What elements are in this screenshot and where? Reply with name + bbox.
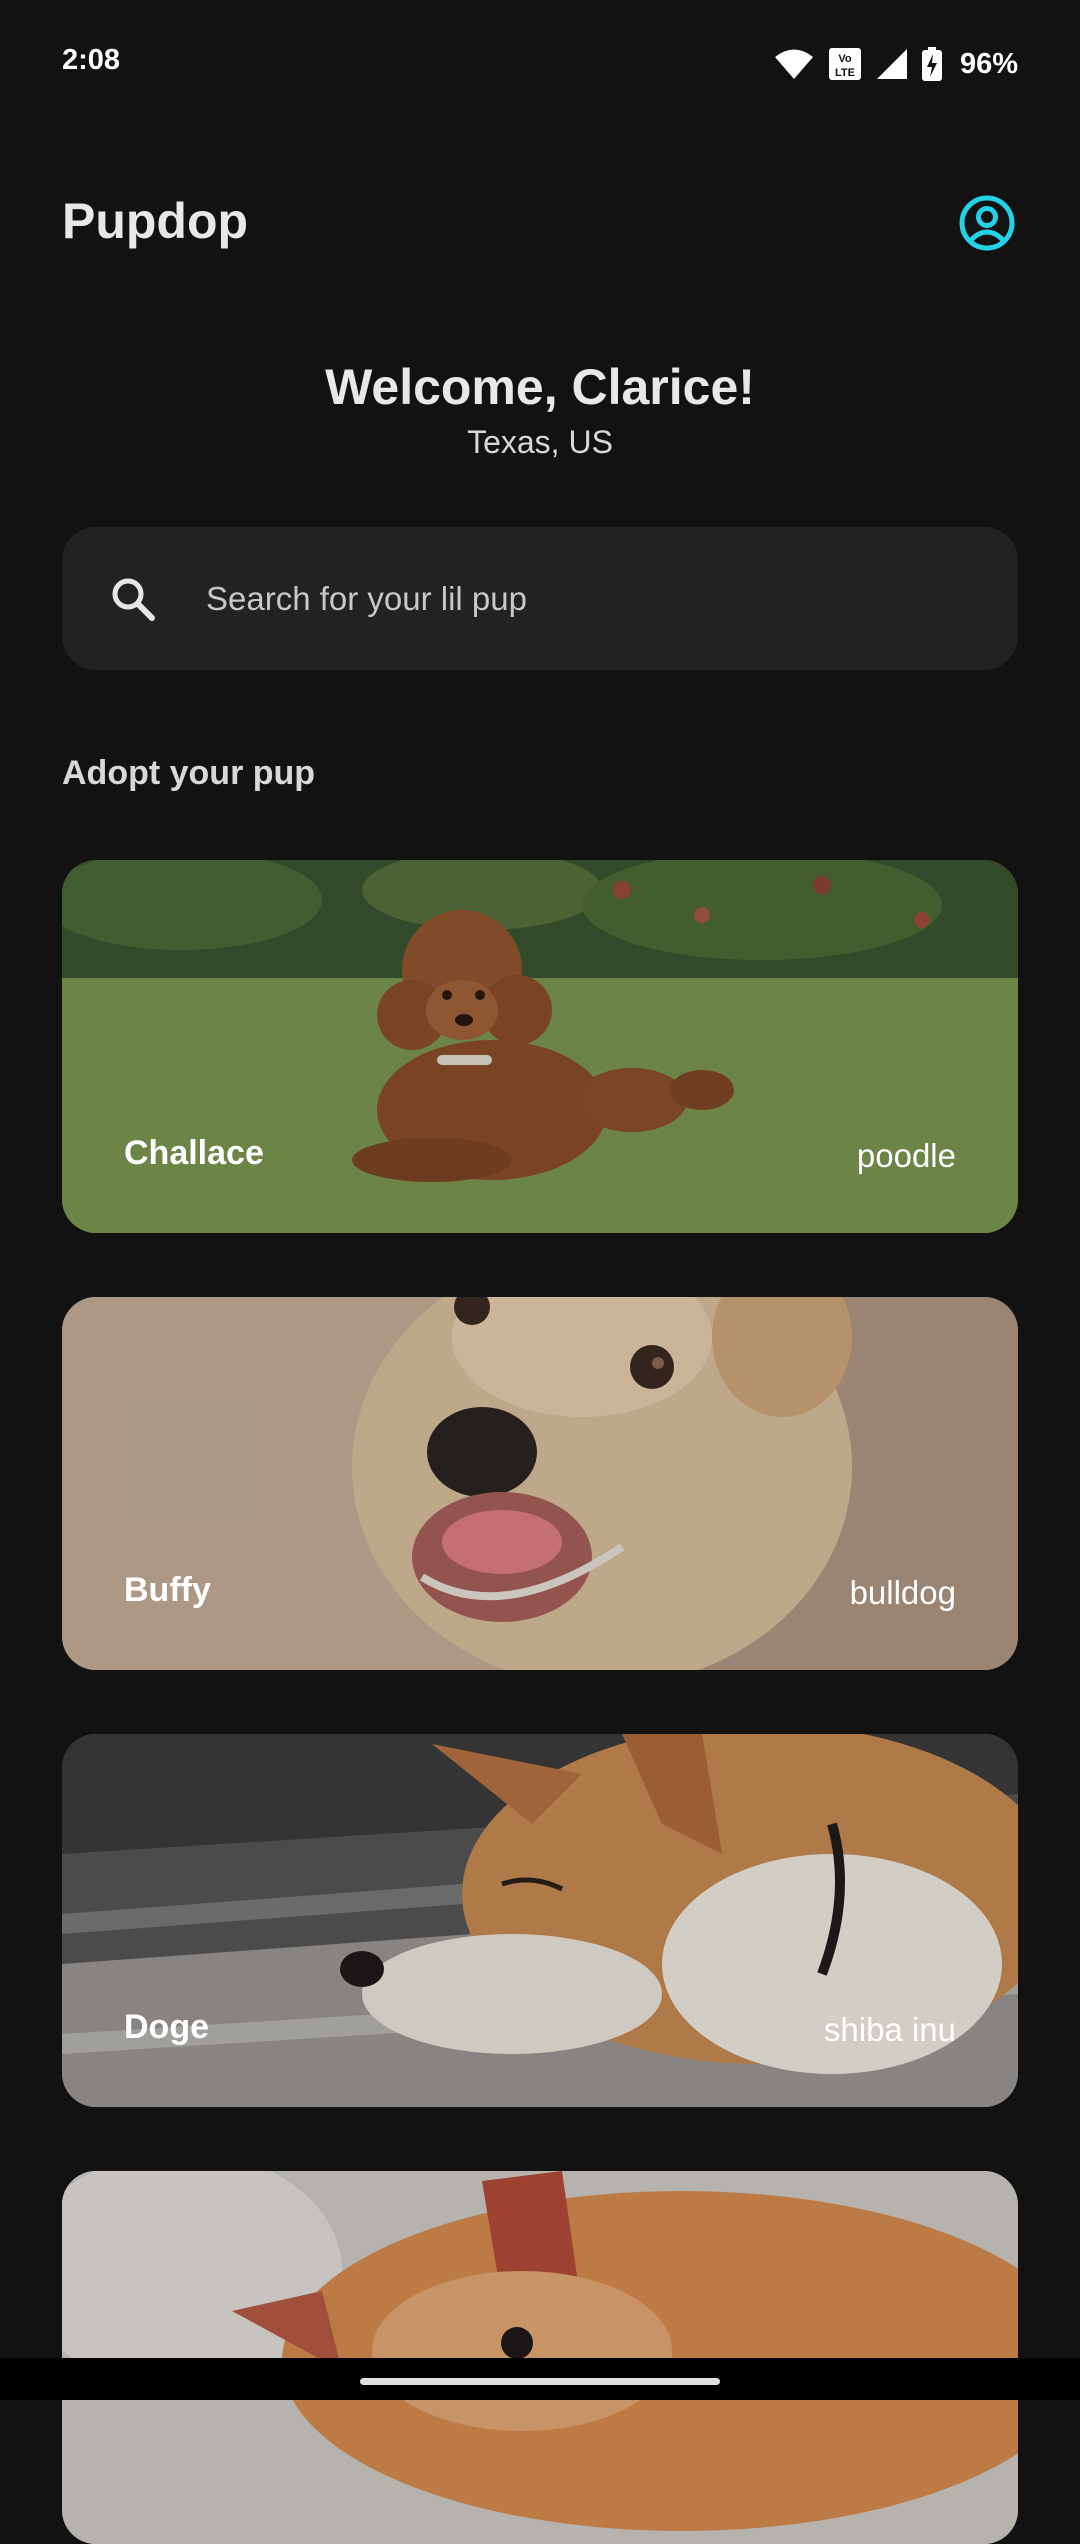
card-shade bbox=[62, 1297, 1018, 1670]
search-icon bbox=[112, 578, 155, 621]
battery-charging-icon bbox=[921, 47, 942, 81]
profile-button[interactable] bbox=[958, 194, 1016, 252]
search-bar[interactable] bbox=[62, 527, 1018, 670]
search-input[interactable] bbox=[206, 527, 986, 670]
pup-breed: bulldog bbox=[849, 1574, 956, 1611]
welcome-location: Texas, US bbox=[467, 424, 613, 460]
card-shade bbox=[62, 1734, 1018, 2107]
system-nav-bar bbox=[0, 2358, 1080, 2400]
home-gesture-handle[interactable] bbox=[360, 2378, 720, 2385]
pup-card-buffy[interactable]: Buffy bulldog bbox=[62, 1297, 1018, 1670]
pup-name: Challace bbox=[124, 1134, 264, 1172]
status-icons: Vo LTE 96% bbox=[774, 44, 1018, 84]
volte-text-top: Vo bbox=[838, 53, 852, 65]
pup-card-challace[interactable]: Challace poodle bbox=[62, 860, 1018, 1233]
status-bar: 2:08 Vo LTE 96% bbox=[0, 0, 1080, 126]
pup-name: Doge bbox=[124, 2008, 209, 2046]
battery-percent: 96% bbox=[959, 47, 1018, 80]
volte-icon: Vo LTE bbox=[828, 48, 861, 80]
cell-signal-icon bbox=[876, 49, 907, 79]
wifi-icon bbox=[774, 49, 813, 79]
account-circle-icon bbox=[959, 195, 1015, 251]
pup-breed: poodle bbox=[856, 1137, 956, 1174]
pup-breed: shiba inu bbox=[823, 2011, 956, 2048]
volte-text-bottom: LTE bbox=[835, 67, 855, 79]
section-heading: Adopt your pup bbox=[62, 754, 316, 792]
status-time: 2:08 bbox=[62, 44, 121, 76]
app-title: Pupdop bbox=[62, 193, 249, 249]
pup-name: Buffy bbox=[124, 1571, 211, 1609]
welcome-title: Welcome, Clarice! bbox=[325, 359, 755, 415]
card-shade bbox=[62, 860, 1018, 1233]
pup-card-doge[interactable]: Doge shiba inu bbox=[62, 1734, 1018, 2107]
